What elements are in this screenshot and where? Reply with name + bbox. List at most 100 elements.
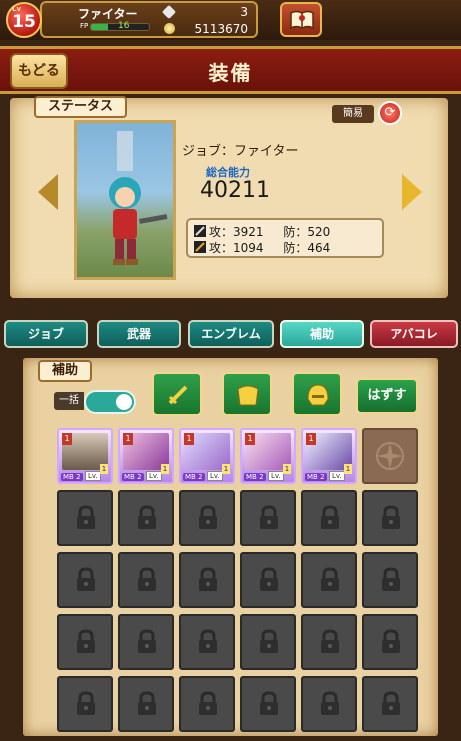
lock-icon bbox=[260, 629, 278, 653]
card-lv-number: 1 bbox=[222, 464, 230, 474]
support-card-slot[interactable]: 1 MB 2 Lv. 1 bbox=[118, 428, 174, 484]
bulk-label: 一括 bbox=[54, 392, 84, 410]
fp-value: 16 bbox=[118, 21, 130, 31]
filter-helmet-button[interactable] bbox=[292, 372, 342, 416]
card-mb: MB 2 bbox=[305, 473, 327, 481]
gem-count: 3 bbox=[240, 5, 248, 19]
simple-view-button[interactable]: 簡易 bbox=[332, 105, 374, 123]
lock-icon bbox=[77, 629, 95, 653]
locked-slot[interactable] bbox=[240, 614, 296, 670]
coin-count: 5113670 bbox=[194, 22, 248, 36]
locked-slot[interactable] bbox=[118, 552, 174, 608]
locked-slot[interactable] bbox=[362, 676, 418, 732]
locked-slot[interactable] bbox=[118, 676, 174, 732]
lock-icon bbox=[138, 505, 156, 529]
fp-label: FP bbox=[80, 22, 89, 30]
locked-slot[interactable] bbox=[118, 490, 174, 546]
locked-slot[interactable] bbox=[179, 614, 235, 670]
lock-icon bbox=[321, 567, 339, 591]
title-bar: もどる 装備 bbox=[0, 46, 461, 94]
empty-slot[interactable] bbox=[362, 428, 418, 484]
card-mb: MB 2 bbox=[122, 473, 144, 481]
refresh-icon[interactable]: ⟳ bbox=[378, 101, 402, 125]
job-label: ジョブ：ファイター bbox=[182, 144, 299, 159]
lock-icon bbox=[138, 567, 156, 591]
locked-slot[interactable] bbox=[301, 676, 357, 732]
tab-support[interactable]: 補助 bbox=[280, 320, 364, 348]
lock-icon bbox=[260, 691, 278, 715]
lock-icon bbox=[77, 567, 95, 591]
locked-slot[interactable] bbox=[240, 490, 296, 546]
locked-slot[interactable] bbox=[240, 552, 296, 608]
lock-icon bbox=[199, 505, 217, 529]
compass-emblem-icon bbox=[376, 442, 404, 470]
stats-box: 攻：3921 防：520 攻：1094 防：464 bbox=[186, 218, 384, 258]
locked-slot[interactable] bbox=[301, 490, 357, 546]
tab-emblem[interactable]: エンブレム bbox=[188, 320, 274, 348]
locked-slot[interactable] bbox=[179, 490, 235, 546]
card-cost: 1 bbox=[306, 433, 316, 445]
card-lv-number: 1 bbox=[100, 464, 108, 474]
physical-defense: 防：520 bbox=[283, 225, 331, 239]
magic-attack: 攻：1094 bbox=[209, 241, 264, 255]
locked-slot[interactable] bbox=[362, 552, 418, 608]
locked-slot[interactable] bbox=[179, 552, 235, 608]
gem-icon bbox=[161, 4, 177, 20]
filter-weapon-button[interactable] bbox=[152, 372, 202, 416]
filter-armor-button[interactable] bbox=[222, 372, 272, 416]
lock-icon bbox=[77, 691, 95, 715]
locked-slot[interactable] bbox=[57, 676, 113, 732]
lock-icon bbox=[199, 691, 217, 715]
magic-staff-icon bbox=[194, 241, 206, 253]
card-lv-label: Lv. bbox=[207, 471, 223, 481]
support-card-slot[interactable]: 1 MB 2 Lv. 1 bbox=[179, 428, 235, 484]
locked-slot[interactable] bbox=[362, 490, 418, 546]
locked-slot[interactable] bbox=[57, 552, 113, 608]
level-badge: Lv 15 bbox=[6, 2, 42, 38]
tab-avatar-collection[interactable]: アバコレ bbox=[370, 320, 458, 348]
locked-slot[interactable] bbox=[57, 490, 113, 546]
physical-attack: 攻：3921 bbox=[209, 225, 264, 239]
support-card-slot[interactable]: 1 MB 2 Lv. 1 bbox=[57, 428, 113, 484]
lock-icon bbox=[321, 505, 339, 529]
lock-icon bbox=[199, 629, 217, 653]
support-card-slot[interactable]: 1 MB 2 Lv. 1 bbox=[301, 428, 357, 484]
prev-character-arrow-icon[interactable] bbox=[38, 174, 58, 210]
card-lv-label: Lv. bbox=[268, 471, 284, 481]
player-name: ファイター bbox=[78, 7, 138, 21]
lock-icon bbox=[77, 505, 95, 529]
open-book-icon bbox=[290, 10, 314, 30]
remove-button[interactable]: はずす bbox=[356, 378, 418, 414]
magic-defense: 防：464 bbox=[283, 241, 331, 255]
status-panel: ステータス 簡易 ⟳ ジョブ：ファイター 総合能力 40211 攻：3921 防… bbox=[10, 96, 448, 298]
lock-icon bbox=[321, 629, 339, 653]
tab-job[interactable]: ジョブ bbox=[4, 320, 88, 348]
magic-stats-row: 攻：1094 防：464 bbox=[194, 239, 330, 256]
locked-slot[interactable] bbox=[179, 676, 235, 732]
card-lv-label: Lv. bbox=[85, 471, 101, 481]
locked-slot[interactable] bbox=[57, 614, 113, 670]
lock-icon bbox=[321, 691, 339, 715]
locked-slot[interactable] bbox=[362, 614, 418, 670]
lock-icon bbox=[382, 629, 400, 653]
lock-icon bbox=[199, 567, 217, 591]
card-lv-label: Lv. bbox=[146, 471, 162, 481]
coin-icon bbox=[164, 23, 175, 34]
locked-slot[interactable] bbox=[301, 552, 357, 608]
locked-slot[interactable] bbox=[301, 614, 357, 670]
tab-weapon[interactable]: 武器 bbox=[97, 320, 181, 348]
lock-icon bbox=[260, 505, 278, 529]
support-card-slot[interactable]: 1 MB 2 Lv. 1 bbox=[240, 428, 296, 484]
card-cost: 1 bbox=[184, 433, 194, 445]
book-menu-button[interactable] bbox=[280, 2, 322, 37]
locked-slot[interactable] bbox=[240, 676, 296, 732]
card-lv-number: 1 bbox=[344, 464, 352, 474]
lock-icon bbox=[382, 567, 400, 591]
card-lv-number: 1 bbox=[161, 464, 169, 474]
locked-slot[interactable] bbox=[118, 614, 174, 670]
bulk-toggle[interactable] bbox=[84, 390, 136, 414]
total-power-value: 40211 bbox=[200, 178, 270, 203]
character-portrait bbox=[74, 120, 176, 280]
next-character-arrow-icon[interactable] bbox=[402, 174, 422, 210]
card-cost: 1 bbox=[245, 433, 255, 445]
